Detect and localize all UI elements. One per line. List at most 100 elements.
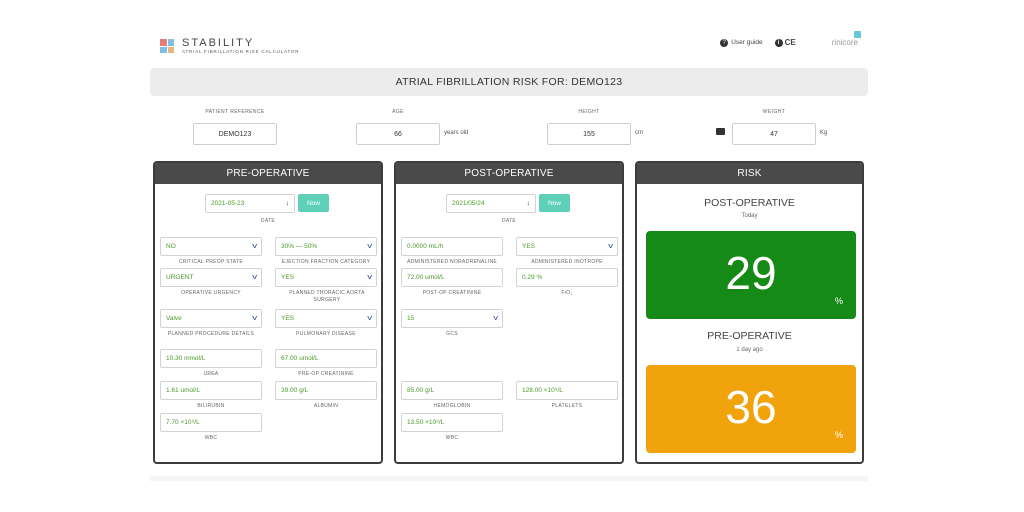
pulmonary-disease-select[interactable]: YES v: [275, 309, 377, 328]
inotrope-value: YES: [522, 243, 536, 250]
gcs-label: GCS: [446, 331, 458, 337]
procedure-details-value: Valve: [166, 315, 182, 322]
age-unit: years old: [444, 130, 469, 136]
post-operative-header: POST-OPERATIVE: [396, 163, 622, 184]
thoracic-aorta-label: PLANNED THORACIC AORTA SURGERY: [289, 290, 365, 303]
inotrope-label: ADMINISTERED INOTROPE: [531, 259, 603, 265]
hemoglobin-label: HEMOGLOBIN: [433, 403, 471, 409]
weight-input[interactable]: 47: [732, 123, 816, 145]
ejection-fraction-select[interactable]: 30% — 50% v: [275, 237, 377, 256]
logo-subtitle: ATRIAL FIBRILLATION RISK CALCULATOR: [182, 49, 300, 54]
camera-icon[interactable]: [716, 128, 725, 135]
operative-urgency-label: OPERATIVE URGENCY: [181, 290, 241, 296]
post-now-button[interactable]: Now: [539, 194, 570, 212]
hemoglobin-input[interactable]: 85.00 g/L: [401, 381, 503, 400]
fio2-input[interactable]: 0.29 %: [516, 268, 618, 287]
app-logo: STABILITY ATRIAL FIBRILLATION RISK CALCU…: [160, 38, 299, 55]
user-guide-link[interactable]: ? User guide: [720, 38, 763, 47]
procedure-details-label: PLANNED PROCEDURE DETAILS: [167, 331, 255, 337]
platelets-label: PLATELETS: [551, 403, 583, 409]
pre-risk-value: 36: [725, 381, 777, 433]
gcs-select[interactable]: 15 v: [401, 309, 503, 328]
arrow-down-icon: ↓: [285, 200, 290, 207]
pre-risk-when: 1 day ago: [736, 347, 763, 353]
brand-square-icon: [854, 31, 861, 38]
arrow-down-icon: ↓: [526, 200, 531, 207]
footer-divider: [150, 476, 868, 481]
inotrope-select[interactable]: YES v: [516, 237, 618, 256]
pre-operative-panel: PRE-OPERATIVE 2021-05-23 ↓ Now DATE NO v…: [153, 161, 383, 464]
post-creatinine-input[interactable]: 72.00 umol/L: [401, 268, 503, 287]
help-icon: ?: [720, 38, 729, 47]
pre-date-label: DATE: [260, 218, 276, 224]
age-input[interactable]: 66: [356, 123, 440, 145]
post-risk-title: POST-OPERATIVE: [704, 197, 795, 209]
age-group: AGE 66 years old: [356, 109, 486, 145]
chevron-down-icon: v: [251, 315, 257, 322]
pre-risk-box: 36 %: [646, 365, 856, 453]
ejection-fraction-label: EJECTION FRACTION CATEGORY: [281, 259, 371, 265]
post-date-input[interactable]: 2021/05/24 ↓: [446, 194, 536, 213]
weight-group: WEIGHT 47 Kg: [716, 109, 836, 145]
ce-label: CE: [784, 38, 796, 47]
post-operative-panel: POST-OPERATIVE 2021/05/24 ↓ Now DATE 0.0…: [394, 161, 624, 464]
pulmonary-disease-label: PULMONARY DISEASE: [296, 331, 356, 337]
chevron-down-icon: v: [366, 243, 372, 250]
albumin-input[interactable]: 39.00 g/L: [275, 381, 377, 400]
logo-grid-icon: [160, 39, 174, 54]
post-risk-value: 29: [725, 247, 777, 299]
post-creatinine-label: POST-OP CREATININE: [422, 290, 482, 296]
chevron-down-icon: v: [366, 274, 372, 281]
height-label: HEIGHT: [578, 109, 600, 115]
user-guide-label: User guide: [731, 39, 763, 46]
post-date-value: 2021/05/24: [452, 200, 485, 207]
chevron-down-icon: v: [251, 274, 257, 281]
risk-panel: RISK POST-OPERATIVE Today 29 % PRE-OPERA…: [635, 161, 864, 464]
gcs-value: 15: [407, 315, 415, 322]
logo-title: STABILITY: [182, 37, 255, 49]
chevron-down-icon: v: [492, 315, 498, 322]
pre-now-button[interactable]: Now: [298, 194, 329, 212]
critical-preop-select[interactable]: NO v: [160, 237, 262, 256]
critical-preop-label: CRITICAL PREOP STATE: [178, 259, 244, 265]
pre-wbc-input[interactable]: 7.70 ×10⁹/L: [160, 413, 262, 432]
albumin-label: ALBUMIN: [313, 403, 339, 409]
brand-logo: rinicore: [831, 31, 861, 47]
pre-operative-header: PRE-OPERATIVE: [155, 163, 381, 184]
noradrenaline-input[interactable]: 0.0000 mL/h: [401, 237, 503, 256]
operative-urgency-select[interactable]: URGENT v: [160, 268, 262, 287]
ejection-fraction-value: 30% — 50%: [281, 243, 318, 250]
fio2-label: FiO₂: [561, 290, 573, 296]
height-input[interactable]: 155: [547, 123, 631, 145]
thoracic-aorta-value: YES: [281, 274, 295, 281]
height-unit: cm: [635, 130, 643, 136]
ce-mark[interactable]: i CE: [774, 38, 796, 47]
page-title: ATRIAL FIBRILLATION RISK FOR: DEMO123: [150, 68, 868, 96]
platelets-input[interactable]: 128.00 ×10⁹/L: [516, 381, 618, 400]
info-icon: i: [774, 38, 783, 47]
post-date-label: DATE: [501, 218, 517, 224]
post-wbc-input[interactable]: 13.50 ×10⁹/L: [401, 413, 503, 432]
bilirubin-label: BILIRUBIN: [197, 403, 225, 409]
patient-reference-group: PATIENT REFERENCE DEMO123: [180, 109, 290, 145]
chevron-down-icon: v: [607, 243, 613, 250]
procedure-details-select[interactable]: Valve v: [160, 309, 262, 328]
bilirubin-input[interactable]: 1.61 umol/L: [160, 381, 262, 400]
pre-date-input[interactable]: 2021-05-23 ↓: [205, 194, 295, 213]
patient-reference-input[interactable]: DEMO123: [193, 123, 277, 145]
urea-label: UREA: [203, 371, 219, 377]
pulmonary-disease-value: YES: [281, 315, 295, 322]
thoracic-aorta-select[interactable]: YES v: [275, 268, 377, 287]
weight-label: WEIGHT: [762, 109, 786, 115]
post-risk-percent: %: [834, 296, 843, 306]
height-group: HEIGHT 155 cm: [547, 109, 657, 145]
pre-risk-title: PRE-OPERATIVE: [707, 330, 792, 342]
patient-reference-label: PATIENT REFERENCE: [205, 109, 265, 115]
brand-label: rinicore: [831, 38, 858, 47]
critical-preop-value: NO: [166, 243, 176, 250]
pre-creatinine-input[interactable]: 67.00 umol/L: [275, 349, 377, 368]
operative-urgency-value: URGENT: [166, 274, 194, 281]
urea-input[interactable]: 10.30 mmol/L: [160, 349, 262, 368]
post-wbc-label: WBC: [445, 435, 459, 441]
post-risk-when: Today: [741, 213, 758, 219]
